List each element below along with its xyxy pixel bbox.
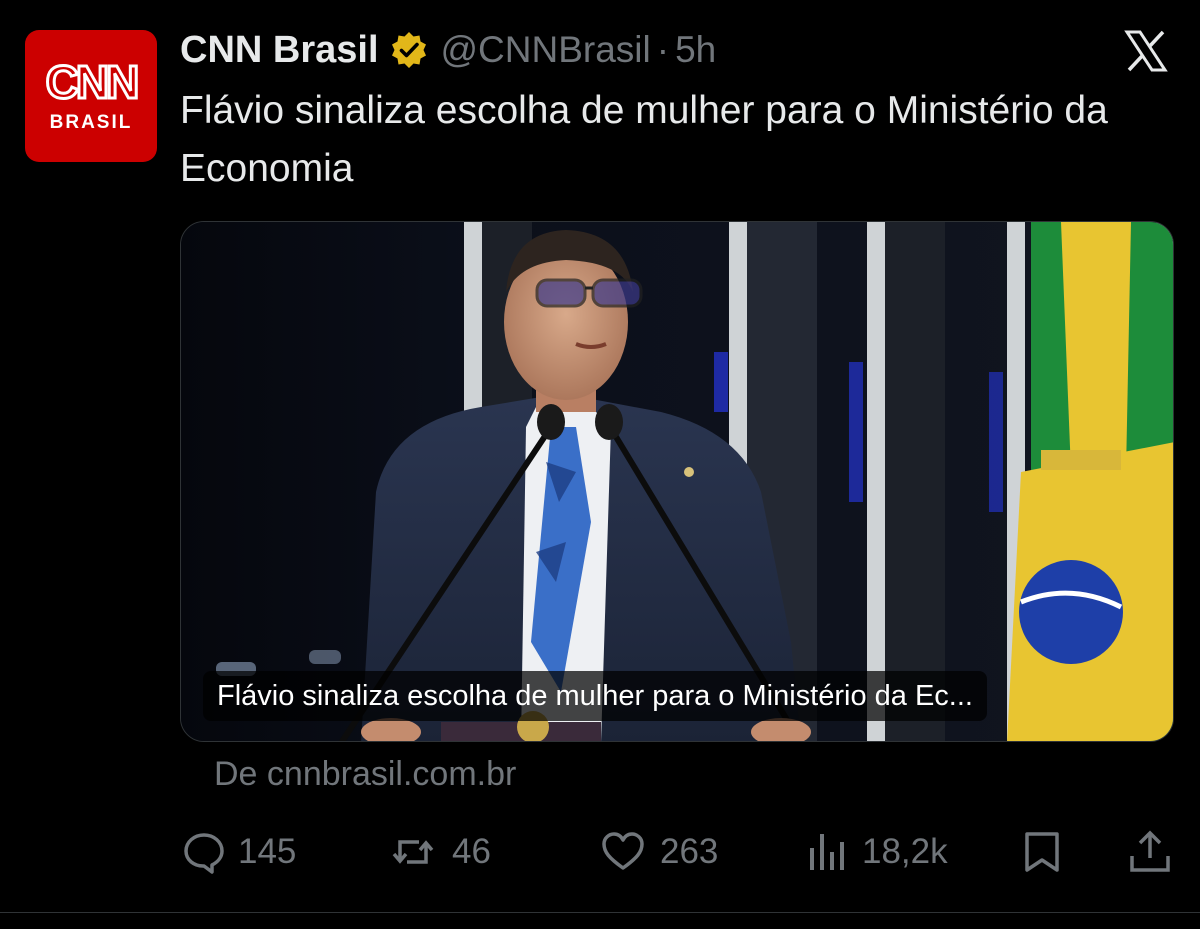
avatar-brasil-label: BRASIL <box>49 112 133 133</box>
author-name[interactable]: CNN Brasil <box>180 29 379 72</box>
tweet-timestamp[interactable]: 5h <box>675 29 716 71</box>
card-title: Flávio sinaliza escolha de mulher para o… <box>203 671 987 721</box>
x-logo-icon[interactable] <box>1123 28 1169 74</box>
cnn-logo: CNN <box>44 58 141 106</box>
heart-icon <box>602 832 644 870</box>
tweet-header: CNN Brasil @CNNBrasil · 5h <box>180 28 716 72</box>
repost-icon <box>392 840 434 864</box>
bookmark-button[interactable] <box>1020 826 1076 878</box>
repost-count: 46 <box>452 832 491 871</box>
link-card[interactable]: Flávio sinaliza escolha de mulher para o… <box>180 221 1174 742</box>
bookmark-icon <box>1025 832 1059 872</box>
author-handle[interactable]: @CNNBrasil <box>441 29 651 71</box>
views-count: 18,2k <box>862 832 948 871</box>
action-bar: 145 46 263 18,2k <box>0 826 1200 878</box>
gold-verified-icon[interactable] <box>389 30 429 70</box>
like-count: 263 <box>660 832 719 871</box>
tweet-text: Flávio sinaliza escolha de mulher para o… <box>180 89 1108 190</box>
share-icon <box>1130 830 1170 872</box>
reply-button[interactable]: 145 <box>182 826 296 878</box>
share-button[interactable] <box>1128 826 1184 878</box>
avatar[interactable]: CNN BRASIL <box>25 30 157 162</box>
like-button[interactable]: 263 <box>598 826 718 878</box>
views-button[interactable]: 18,2k <box>806 826 948 878</box>
article-photo <box>181 222 1173 741</box>
card-source[interactable]: De cnnbrasil.com.br <box>214 755 516 794</box>
reply-count: 145 <box>238 832 297 871</box>
views-chart-icon <box>810 834 844 870</box>
divider <box>0 912 1200 913</box>
repost-button[interactable]: 46 <box>386 826 491 878</box>
tweet[interactable]: CNN BRASIL CNN Brasil @CNNBrasil · 5h Fl… <box>0 0 1200 929</box>
reply-icon <box>184 833 224 874</box>
separator-dot: · <box>656 29 670 70</box>
svg-text:CNN: CNN <box>46 58 137 106</box>
